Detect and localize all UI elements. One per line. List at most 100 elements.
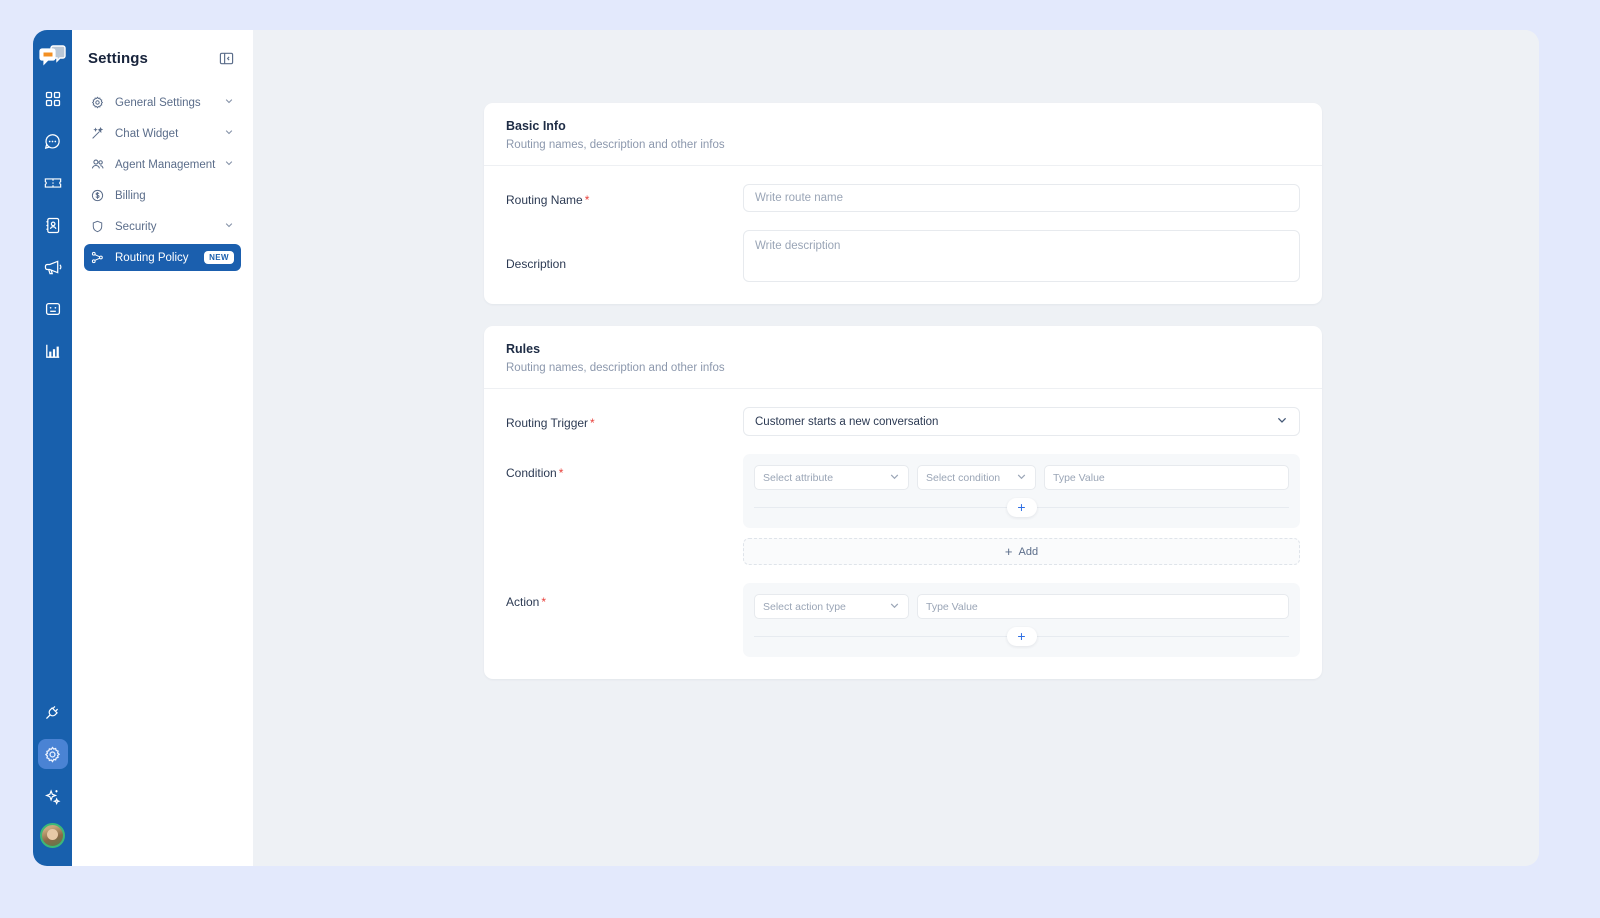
sidebar-item-agent-management[interactable]: Agent Management bbox=[84, 151, 241, 178]
action-type-select[interactable]: Select action type bbox=[754, 594, 909, 619]
sidebar-item-label: Routing Policy bbox=[115, 251, 189, 264]
chat-bubble-icon bbox=[44, 133, 61, 150]
rules-subtitle: Routing names, description and other inf… bbox=[506, 362, 725, 374]
action-group: Select action type Type Value + bbox=[743, 583, 1300, 657]
magic-wand-icon bbox=[91, 127, 106, 140]
routing-name-label: Routing Name * bbox=[506, 184, 743, 207]
routing-name-label-text: Routing Name bbox=[506, 193, 583, 207]
rules-body: Routing Trigger * Customer starts a new c… bbox=[484, 389, 1322, 679]
action-label-text: Action bbox=[506, 595, 540, 609]
action-row: Action * Select action type Type Value + bbox=[506, 583, 1300, 657]
routing-trigger-label: Routing Trigger * bbox=[506, 407, 743, 430]
plug-integration-icon bbox=[44, 704, 61, 721]
condition-operator-value: Select condition bbox=[926, 471, 1001, 484]
bar-chart-icon bbox=[45, 343, 61, 359]
condition-value-input[interactable]: Type Value bbox=[1044, 465, 1289, 490]
routing-trigger-row: Routing Trigger * Customer starts a new c… bbox=[506, 407, 1300, 436]
dollar-circle-icon bbox=[91, 189, 106, 202]
chevron-down-icon bbox=[889, 600, 900, 614]
add-button-label: Add bbox=[1018, 545, 1039, 558]
app-window: Settings General Settings Chat Widget Ag… bbox=[33, 30, 1539, 866]
condition-attribute-select[interactable]: Select attribute bbox=[754, 465, 909, 490]
action-value-input[interactable]: Type Value bbox=[917, 594, 1289, 619]
condition-add-row-button[interactable]: + bbox=[1006, 497, 1037, 517]
sidebar-item-security[interactable]: Security bbox=[84, 213, 241, 240]
condition-add-row-divider: + bbox=[754, 490, 1289, 524]
required-asterisk: * bbox=[541, 595, 547, 609]
rules-title: Rules bbox=[506, 342, 541, 356]
action-add-row-divider: + bbox=[754, 619, 1289, 653]
rules-card: Rules Routing names, description and oth… bbox=[484, 326, 1322, 679]
required-asterisk: * bbox=[584, 193, 590, 207]
description-row: Description Write description bbox=[506, 230, 1300, 282]
action-rule-row: Select action type Type Value bbox=[754, 594, 1289, 619]
basic-info-subtitle: Routing names, description and other inf… bbox=[506, 139, 725, 151]
status-badge: NEW bbox=[204, 251, 234, 264]
basic-info-body: Routing Name * Write route name Descripti… bbox=[484, 166, 1322, 304]
chevron-down-icon bbox=[889, 471, 900, 485]
ticket-icon bbox=[44, 176, 62, 190]
condition-label: Condition * bbox=[506, 454, 743, 480]
rail-item-dashboard[interactable] bbox=[38, 84, 68, 114]
gear-outline-icon bbox=[91, 96, 106, 109]
chevron-down-icon bbox=[1276, 414, 1288, 429]
routing-policy-form: Basic Info Routing names, description an… bbox=[484, 103, 1322, 701]
chevron-down-icon bbox=[224, 158, 234, 171]
rail-item-ai-assistant[interactable] bbox=[38, 781, 68, 811]
condition-add-group-button[interactable]: + Add bbox=[743, 538, 1300, 565]
sidebar-item-label: Security bbox=[115, 220, 157, 233]
contacts-book-icon bbox=[45, 217, 60, 234]
panel-collapse-icon[interactable] bbox=[219, 51, 235, 67]
rail-item-campaigns[interactable] bbox=[38, 252, 68, 282]
gear-icon bbox=[44, 745, 61, 763]
sidebar-item-chat-widget[interactable]: Chat Widget bbox=[84, 120, 241, 147]
condition-attribute-value: Select attribute bbox=[763, 471, 834, 484]
plus-icon: + bbox=[1004, 544, 1013, 559]
rail-item-tickets[interactable] bbox=[38, 168, 68, 198]
grid-dashboard-icon bbox=[45, 91, 61, 107]
settings-sidebar: Settings General Settings Chat Widget Ag… bbox=[72, 30, 253, 866]
rail-item-integrations[interactable] bbox=[38, 697, 68, 727]
condition-field-wrap: Select attribute Select condition Type V… bbox=[743, 454, 1300, 565]
condition-group: Select attribute Select condition Type V… bbox=[743, 454, 1300, 528]
rail-item-conversations[interactable] bbox=[38, 126, 68, 156]
rail-item-contacts[interactable] bbox=[38, 210, 68, 240]
condition-label-text: Condition bbox=[506, 466, 557, 480]
app-logo[interactable] bbox=[38, 42, 68, 68]
shield-icon bbox=[91, 220, 106, 233]
routing-trigger-field-wrap: Customer starts a new conversation bbox=[743, 407, 1300, 436]
avatar[interactable] bbox=[40, 823, 65, 848]
plus-icon: + bbox=[1017, 499, 1026, 515]
routing-name-field-wrap: Write route name bbox=[743, 184, 1300, 212]
sidebar-item-routing-policy[interactable]: Routing Policy NEW bbox=[84, 244, 241, 271]
basic-info-header: Basic Info Routing names, description an… bbox=[484, 103, 1322, 166]
rules-header: Rules Routing names, description and oth… bbox=[484, 326, 1322, 389]
rail-item-settings[interactable] bbox=[37, 739, 68, 769]
routing-trigger-label-text: Routing Trigger bbox=[506, 416, 589, 430]
sidebar-item-label: Billing bbox=[115, 189, 146, 202]
description-label: Description bbox=[506, 257, 567, 271]
sidebar-item-billing[interactable]: Billing bbox=[84, 182, 241, 209]
condition-operator-select[interactable]: Select condition bbox=[917, 465, 1036, 490]
main-content: Basic Info Routing names, description an… bbox=[253, 30, 1539, 866]
sparkles-icon bbox=[44, 788, 61, 805]
action-add-row-button[interactable]: + bbox=[1006, 626, 1037, 646]
condition-row: Condition * Select attribute Select cond… bbox=[506, 454, 1300, 565]
sidebar-item-label: General Settings bbox=[115, 96, 201, 109]
primary-icon-rail bbox=[33, 30, 72, 866]
settings-sidebar-header: Settings bbox=[84, 50, 241, 67]
required-asterisk: * bbox=[590, 416, 595, 430]
rail-item-reports[interactable] bbox=[38, 336, 68, 366]
rail-bottom-group bbox=[33, 697, 72, 848]
chevron-down-icon bbox=[224, 127, 234, 140]
description-input[interactable]: Write description bbox=[743, 230, 1300, 282]
chevron-down-icon bbox=[224, 96, 234, 109]
chevron-down-icon bbox=[224, 220, 234, 233]
rail-item-feedback[interactable] bbox=[38, 294, 68, 324]
feedback-face-icon bbox=[45, 301, 61, 317]
description-field-wrap: Write description bbox=[743, 230, 1300, 282]
sidebar-item-general-settings[interactable]: General Settings bbox=[84, 89, 241, 116]
action-type-value: Select action type bbox=[763, 600, 846, 613]
routing-name-input[interactable]: Write route name bbox=[743, 184, 1300, 212]
routing-trigger-select[interactable]: Customer starts a new conversation bbox=[743, 407, 1300, 436]
